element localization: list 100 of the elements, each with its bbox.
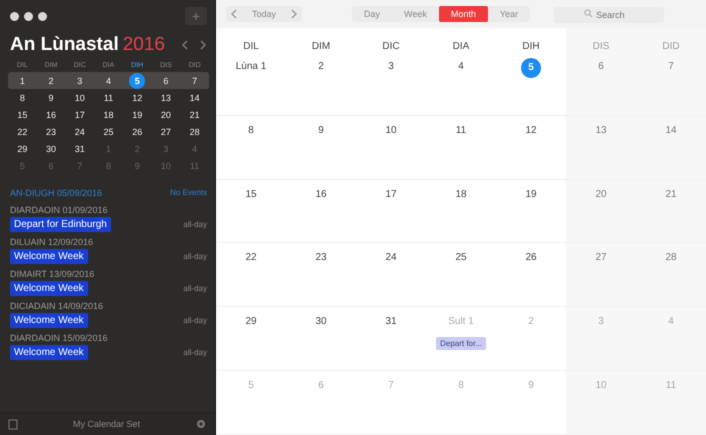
date-number: 27 (594, 251, 608, 266)
event-date: DICIADAIN 14/09/2016 (10, 301, 104, 311)
event-item[interactable]: Welcome Week (10, 345, 88, 360)
weekday-header: DID (662, 41, 680, 52)
date-number: 3 (387, 60, 395, 74)
day-number[interactable]: 7 (186, 72, 203, 88)
date-number: 17 (384, 188, 398, 202)
day-number[interactable]: 10 (72, 90, 88, 106)
day-number[interactable]: 24 (72, 124, 88, 140)
date-number: 8 (457, 379, 465, 394)
day-number[interactable]: 18 (100, 106, 116, 122)
date-number: 10 (594, 379, 608, 394)
day-number[interactable]: 4 (100, 72, 116, 88)
no-events-label: No Events (170, 188, 207, 198)
day-number[interactable]: 1 (14, 72, 30, 88)
date-number: 2 (317, 60, 325, 74)
day-number[interactable]: 30 (43, 140, 60, 156)
event-item[interactable]: Depart for Edinburgh (10, 217, 111, 232)
date-number: 9 (317, 124, 325, 138)
date-number: 21 (664, 188, 678, 202)
event-date: DILUAIN 12/09/2016 (10, 237, 94, 247)
view-tab[interactable]: Month (438, 6, 488, 22)
date-number: 11 (454, 124, 468, 138)
date-number: 7 (667, 60, 675, 74)
date-number: 14 (664, 124, 678, 138)
weekday-header: DIH (522, 41, 540, 52)
date-number: 2 (527, 315, 535, 330)
event-time: all-day (183, 348, 207, 357)
date-number: 26 (524, 251, 538, 266)
day-number[interactable]: 12 (129, 90, 146, 106)
date-number: 23 (314, 251, 328, 266)
today-heading: AN-DIUGH 05/09/2016 (10, 188, 102, 198)
date-number: Lùna 1 (234, 60, 268, 74)
date-number: 6 (597, 60, 605, 74)
next-icon[interactable] (290, 9, 298, 19)
weekday-header: DIS (592, 41, 610, 52)
day-number[interactable]: 15 (14, 106, 30, 122)
weekday-header: DIC (382, 41, 400, 52)
day-number[interactable]: 23 (43, 124, 60, 140)
day-number[interactable]: 25 (100, 124, 116, 140)
weekday-header: DIM (312, 41, 330, 52)
day-number[interactable]: 11 (100, 90, 116, 106)
day-number[interactable]: 14 (186, 90, 203, 106)
date-number: 4 (667, 315, 675, 330)
event-date: DIARDAOIN 15/09/2016 (10, 333, 109, 343)
day-number[interactable]: 8 (14, 90, 30, 106)
date-number: 31 (384, 315, 398, 330)
date-number: 7 (387, 379, 395, 394)
event-chip[interactable]: Depart for... (436, 337, 486, 350)
day-number[interactable]: 6 (158, 72, 174, 88)
search-field[interactable]: Search (554, 7, 664, 23)
day-number[interactable]: 26 (129, 124, 146, 140)
close-button[interactable] (10, 12, 19, 20)
day-number[interactable]: 13 (158, 90, 174, 106)
date-number: 10 (384, 124, 398, 138)
previous-icon[interactable] (230, 9, 238, 19)
day-number[interactable]: 9 (43, 90, 60, 106)
zoom-button[interactable] (38, 12, 47, 20)
day-number[interactable]: 31 (72, 140, 88, 156)
date-number: 28 (664, 251, 678, 266)
day-number[interactable]: 2 (43, 72, 60, 88)
weekday-header: DIL (243, 41, 259, 52)
event-time: all-day (183, 284, 207, 293)
calendar-set-selector[interactable]: My Calendar Set (72, 419, 140, 429)
year-title: 2016 (122, 34, 165, 56)
day-number[interactable]: 3 (72, 72, 88, 88)
month-title: An Lùnastal (10, 34, 119, 56)
day-number[interactable]: 27 (158, 124, 174, 140)
date-number: 29 (244, 315, 258, 330)
day-number[interactable]: 19 (129, 106, 146, 122)
day-number[interactable]: 28 (186, 124, 203, 140)
date-number: 20 (594, 188, 608, 202)
day-number[interactable]: 20 (158, 106, 174, 122)
day-number[interactable]: 17 (72, 106, 88, 122)
date-number: 5 (521, 58, 541, 78)
day-number[interactable]: 21 (186, 106, 203, 122)
date-number: 22 (244, 251, 258, 266)
day-number[interactable]: 16 (43, 106, 60, 122)
date-number: 16 (314, 188, 328, 202)
date-number: 30 (314, 315, 328, 330)
day-number[interactable]: 22 (14, 124, 30, 140)
event-date: DIMAIRT 13/09/2016 (10, 269, 96, 279)
date-number: 25 (454, 251, 468, 266)
date-number: 11 (664, 379, 678, 394)
event-item[interactable]: Welcome Week (10, 281, 88, 296)
date-number: 15 (244, 188, 258, 202)
event-time: all-day (183, 252, 207, 261)
search-icon (584, 9, 594, 18)
date-number: 12 (524, 124, 538, 138)
event-item[interactable]: Welcome Week (10, 313, 88, 328)
day-number[interactable]: 29 (14, 140, 30, 156)
next-icon[interactable] (199, 40, 207, 50)
date-number: 9 (527, 379, 535, 394)
settings-icon[interactable] (195, 419, 207, 429)
date-number: 19 (524, 188, 538, 202)
minimize-button[interactable] (24, 12, 33, 20)
previous-icon[interactable] (181, 40, 189, 50)
date-number: 5 (247, 379, 255, 394)
date-number: 3 (597, 315, 605, 330)
event-item[interactable]: Welcome Week (10, 249, 88, 264)
